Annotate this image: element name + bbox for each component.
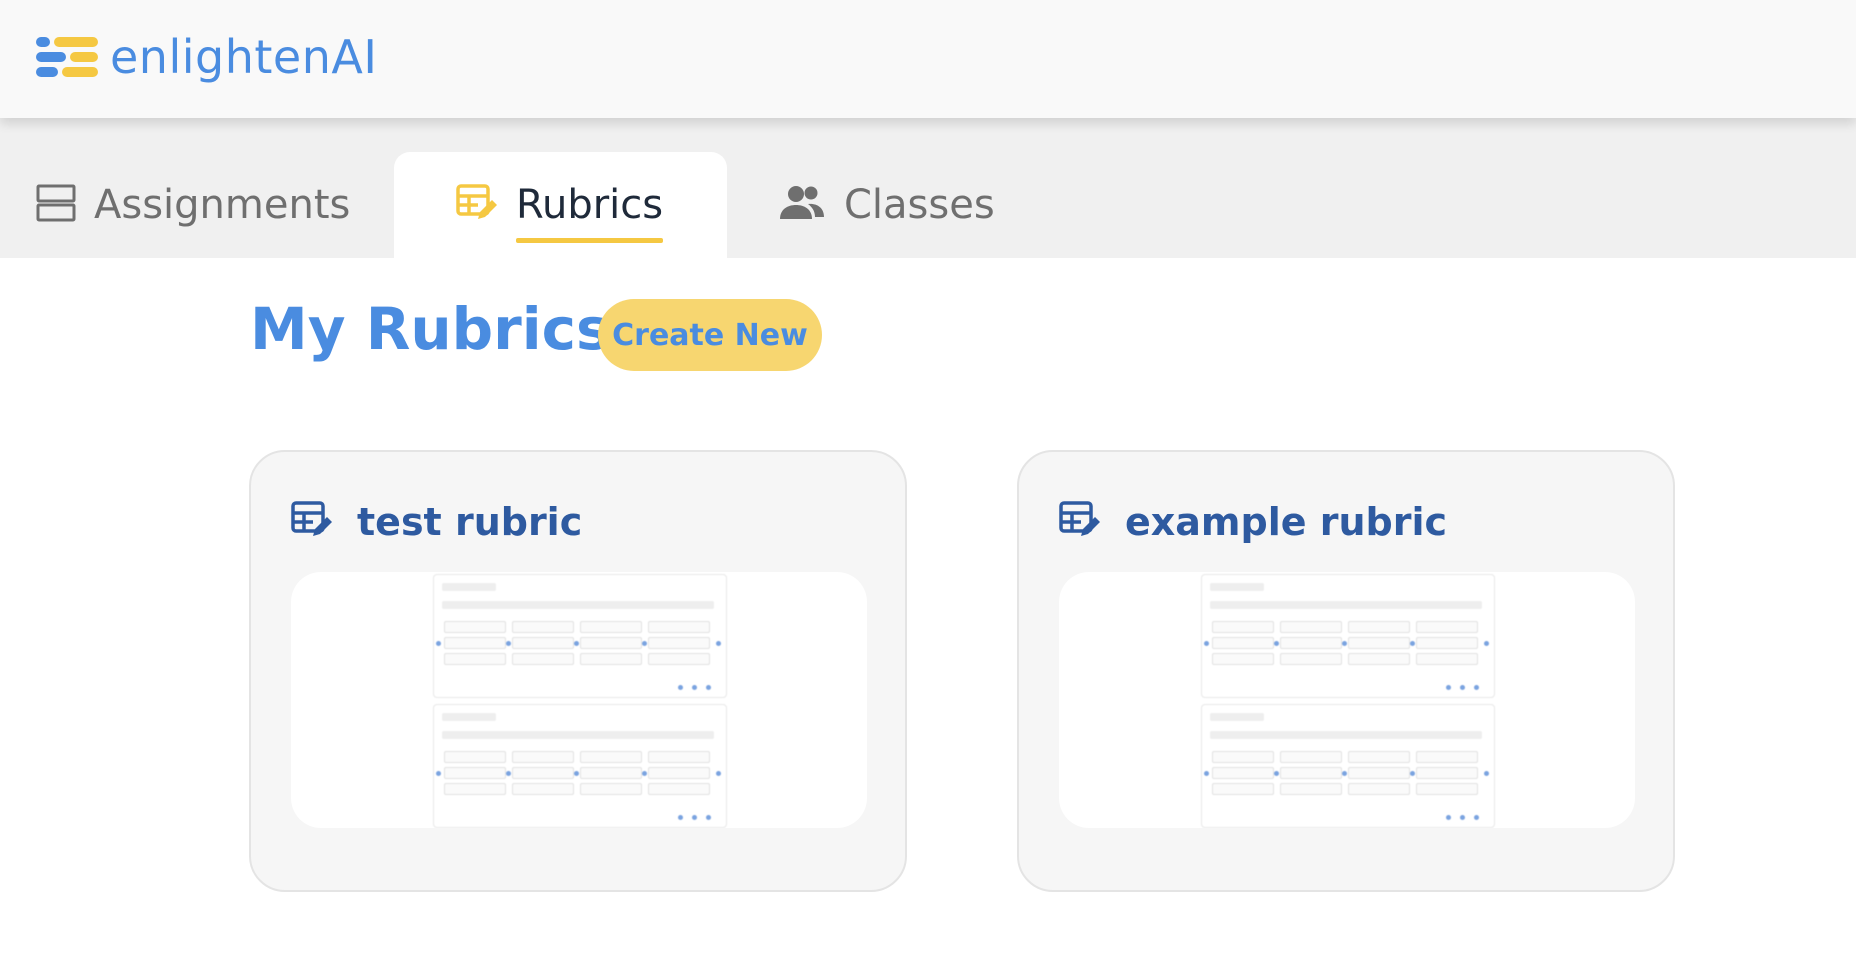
rubric-preview-thumbnail [1059,572,1635,828]
rubric-card[interactable]: example rubric [1017,450,1675,892]
tab-rubrics[interactable]: Rubrics [394,152,728,258]
rubric-card-header: test rubric [291,500,582,544]
tab-assignments[interactable]: Assignments [36,152,350,258]
main-nav-tabs: Assignments Rubrics Classes [0,118,1856,258]
rubric-card-title: test rubric [357,500,583,544]
create-new-button[interactable]: Create New [598,299,822,371]
rubric-card-header: example rubric [1059,500,1447,544]
brand-logo[interactable]: enlightenAI [36,34,377,80]
rubric-preview-criterion [1201,574,1495,698]
rubric-preview-criterion [433,574,727,698]
brand-name: enlightenAI [110,30,378,84]
app-header: enlightenAI [0,0,1856,118]
people-icon [778,185,826,225]
tab-classes[interactable]: Classes [778,152,995,258]
logo-icon [36,37,98,77]
rubric-card-title: example rubric [1125,500,1448,544]
tab-rubrics-label: Rubrics [516,182,664,243]
rubric-preview-thumbnail [291,572,867,828]
rubric-edit-icon [291,500,333,544]
rubric-preview-criterion [1201,704,1495,828]
assignments-icon [36,184,76,226]
page-title: My Rubrics [250,295,611,363]
rubric-card[interactable]: test rubric [249,450,907,892]
rubric-edit-icon [1059,500,1101,544]
rubric-edit-icon [456,183,498,227]
rubric-preview-criterion [433,704,727,828]
tab-classes-label: Classes [844,182,995,228]
tab-assignments-label: Assignments [94,182,351,228]
